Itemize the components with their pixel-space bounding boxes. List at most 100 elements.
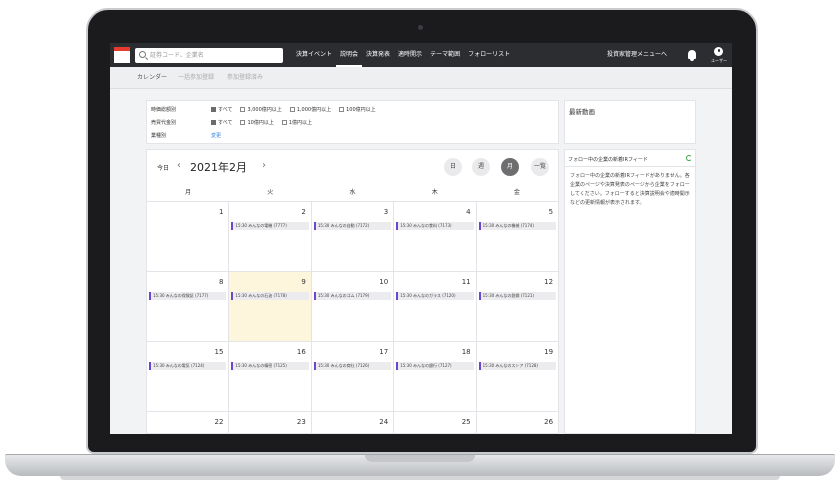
calendar-day[interactable]: 9 15:30 みんなの石油 (7178): [229, 272, 312, 341]
view-button[interactable]: 一覧: [531, 158, 549, 176]
calendar-day[interactable]: 18 15:30 みんなの銀行 (7127): [394, 342, 477, 411]
calendar-event[interactable]: 15:30 みんなの電機 (7777): [231, 222, 309, 230]
search-input[interactable]: 証券コード、企業名: [150, 50, 204, 61]
calendar-day[interactable]: 4 15:30 みんなの食料 (7173): [394, 202, 477, 271]
nav-item[interactable]: 決算イベント: [292, 43, 336, 67]
view-button[interactable]: 日: [444, 158, 462, 176]
day-number: 24: [379, 418, 389, 426]
filter-option-label: 10億円以上: [247, 119, 274, 126]
day-number: 2: [301, 208, 306, 216]
calendar-event[interactable]: 15:30 みんなの銀行 (7127): [396, 362, 474, 370]
calendar-day[interactable]: 26: [477, 412, 558, 434]
checkbox[interactable]: [289, 106, 295, 112]
checkbox[interactable]: [339, 106, 345, 112]
weekday-label: 木: [431, 189, 438, 196]
divider: [565, 166, 695, 167]
nav-item[interactable]: 説明会: [336, 43, 363, 67]
filter-option[interactable]: 3,000億円以上: [240, 106, 282, 113]
calendar-event[interactable]: 15:30 みんなの自動 (7172): [313, 222, 392, 230]
tab-calendar[interactable]: カレンダー: [137, 67, 167, 89]
checkbox[interactable]: [211, 106, 216, 112]
nav-item[interactable]: 適時開示: [394, 43, 426, 67]
calendar-event[interactable]: 15:30 みんなの保険証 (7177): [149, 292, 227, 300]
calendar-day[interactable]: 2 15:30 みんなの電機 (7777): [229, 202, 312, 271]
calendar-day[interactable]: 22: [147, 412, 230, 434]
investor-admin-link[interactable]: 投資家管理メニューへ: [607, 43, 667, 67]
bell-icon[interactable]: [688, 50, 696, 61]
app-logo[interactable]: [114, 47, 130, 63]
search-box[interactable]: 証券コード、企業名: [135, 48, 283, 63]
calendar-day[interactable]: 15 15:30 みんなの電気 (7124): [147, 342, 230, 411]
calendar-day[interactable]: 11 15:30 みんなのガラス (7120): [394, 272, 477, 341]
filter-option[interactable]: 10億円以上: [240, 119, 274, 126]
calendar-event[interactable]: 15:30 みんなの精密 (7125): [231, 362, 309, 370]
day-number: 1: [218, 208, 224, 216]
industry-change-link[interactable]: 変更: [211, 132, 221, 139]
refresh-icon[interactable]: [686, 155, 692, 161]
calendar-event[interactable]: 15:30 みんなの鉄鋼 (7121): [478, 292, 557, 300]
weekday-label: 火: [267, 189, 274, 196]
calendar-event[interactable]: 15:30 みんなのストア (7128): [478, 362, 557, 370]
day-number: 16: [296, 348, 306, 356]
calendar-day[interactable]: 5 15:30 みんなの機械 (7174): [477, 202, 558, 271]
calendar-panel: 今日 ‹ 2021年2月 › 日週月一覧 月火水木金 1 2 15:30 みんなの電機…: [146, 149, 559, 434]
checkbox[interactable]: [240, 119, 246, 125]
ir-feed-title: フォロー中の企業の新着IRフィード: [568, 157, 648, 163]
laptop-base: [5, 454, 835, 476]
nav-item[interactable]: 決算発表: [362, 43, 394, 67]
calendar-day[interactable]: 17 15:30 みんなの商社 (7126): [312, 342, 395, 411]
filter-option-label: 1億円以上: [288, 119, 313, 126]
day-number: 8: [218, 278, 224, 286]
day-number: 12: [544, 278, 554, 286]
tab-bulk-registration[interactable]: 一括参加登録: [178, 67, 214, 89]
filter-option-label: 100億円以上: [346, 106, 376, 113]
filter-option[interactable]: 100億円以上: [339, 106, 376, 113]
filter-option-label: すべて: [218, 119, 233, 126]
checkbox[interactable]: [240, 106, 246, 112]
calendar-day[interactable]: 1: [147, 202, 230, 271]
view-button[interactable]: 月: [501, 158, 519, 176]
day-number: 18: [461, 348, 471, 356]
day-number: 5: [548, 208, 554, 216]
ir-feed-empty-message: フォロー中の企業の新着IRフィードがありません。各企業のページや決算発表のページ…: [570, 173, 690, 206]
prev-month-icon[interactable]: ‹: [177, 160, 181, 171]
calendar-event[interactable]: 15:30 みんなのゴム (7179): [313, 292, 392, 300]
filter-option[interactable]: 1億円以上: [281, 119, 313, 126]
calendar-day[interactable]: 12 15:30 みんなの鉄鋼 (7121): [477, 272, 558, 341]
calendar-day[interactable]: 10 15:30 みんなのゴム (7179): [312, 272, 395, 341]
calendar-event[interactable]: 15:30 みんなの機械 (7174): [478, 222, 557, 230]
checkbox[interactable]: [281, 119, 287, 125]
base-foot: [60, 476, 780, 480]
filter-option[interactable]: 1,000億円以上: [289, 106, 331, 113]
nav-item[interactable]: フォローリスト: [464, 43, 514, 67]
day-number: 26: [544, 418, 554, 426]
camera: [418, 25, 423, 30]
filter-option[interactable]: すべて: [211, 119, 232, 126]
next-month-icon[interactable]: ›: [262, 160, 266, 171]
calendar-event[interactable]: 15:30 みんなのガラス (7120): [396, 292, 474, 300]
calendar-event[interactable]: 15:30 みんなの電気 (7124): [149, 362, 227, 370]
nav-item[interactable]: テーマ範囲: [426, 43, 464, 67]
calendar-day[interactable]: 16 15:30 みんなの精密 (7125): [229, 342, 312, 411]
weekday-label: 水: [349, 189, 356, 196]
calendar-event[interactable]: 15:30 みんなの食料 (7173): [396, 222, 474, 230]
filter-option[interactable]: すべて: [211, 106, 232, 113]
view-button[interactable]: 週: [472, 158, 490, 176]
day-number: 15: [214, 348, 224, 356]
top-navbar: 証券コード、企業名 決算イベント 説明会 決算発表 適時開示 テーマ範囲 フォローリスト …: [110, 43, 732, 67]
calendar-grid: 月火水木金 1 2 15:30 みんなの電機 (7777) 3 15:30 みんなの自動 …: [147, 184, 558, 434]
calendar-day[interactable]: 25: [394, 412, 477, 434]
calendar-day[interactable]: 19 15:30 みんなのストア (7128): [477, 342, 558, 411]
user-label[interactable]: ユーザー: [708, 58, 730, 64]
calendar-day[interactable]: 24: [312, 412, 395, 434]
calendar-day[interactable]: 23: [229, 412, 312, 434]
calendar-day[interactable]: 3 15:30 みんなの自動 (7172): [312, 202, 395, 271]
today-button[interactable]: 今日: [157, 163, 169, 172]
user-icon[interactable]: [714, 47, 723, 56]
checkbox[interactable]: [211, 119, 216, 125]
calendar-day[interactable]: 8 15:30 みんなの保険証 (7177): [147, 272, 230, 341]
calendar-event[interactable]: 15:30 みんなの石油 (7178): [231, 292, 309, 300]
calendar-event[interactable]: 15:30 みんなの商社 (7126): [313, 362, 392, 370]
screen: 証券コード、企業名 決算イベント 説明会 決算発表 適時開示 テーマ範囲 フォローリスト …: [110, 43, 732, 434]
tab-registered[interactable]: 参加登録済み: [227, 67, 263, 89]
